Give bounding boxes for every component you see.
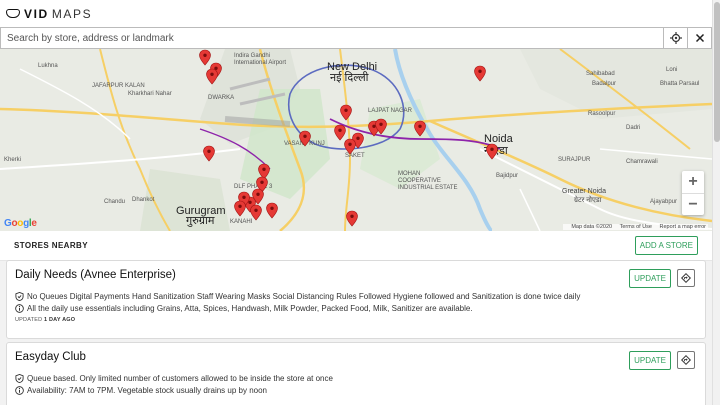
covid-maps-page: VID MAPS Search by store, address or lan…: [0, 0, 720, 405]
terms-link[interactable]: Terms of Use: [620, 224, 652, 230]
store-safety-line: No Queues Digital Payments Hand Sanitiza…: [15, 292, 697, 301]
map-data-credit: Map data ©2020: [571, 224, 613, 230]
zoom-out-button[interactable]: −: [682, 193, 704, 215]
store-info-line: All the daily use essentials including G…: [15, 304, 697, 313]
store-name: Daily Needs (Avnee Enterprise): [15, 269, 176, 281]
store-pin[interactable]: [346, 210, 358, 227]
store-pin[interactable]: [250, 204, 262, 221]
store-name: Easyday Club: [15, 351, 86, 363]
directions-icon: [681, 355, 691, 365]
report-error-link[interactable]: Report a map error: [660, 224, 706, 230]
store-card[interactable]: Easyday Club Queue based. Only limited n…: [6, 342, 706, 405]
logo-text-maps: MAPS: [51, 6, 93, 21]
store-info-line: Availability: 7AM to 7PM. Vegetable stoc…: [15, 386, 697, 395]
store-pin[interactable]: [199, 49, 211, 66]
app-header: VID MAPS: [0, 0, 712, 27]
store-pin[interactable]: [414, 120, 426, 137]
store-pin[interactable]: [206, 68, 218, 85]
info-icon: [15, 386, 24, 395]
store-pin[interactable]: [474, 65, 486, 82]
store-pin[interactable]: [234, 200, 246, 217]
zoom-control: + −: [682, 171, 704, 215]
store-info-text: All the daily use essentials including G…: [27, 304, 473, 313]
add-store-button[interactable]: ADD A STORE: [634, 236, 698, 255]
update-store-button[interactable]: UPDATE: [629, 351, 671, 370]
locate-button[interactable]: [663, 28, 687, 48]
directions-button[interactable]: [677, 351, 695, 369]
store-pin[interactable]: [258, 163, 270, 180]
search-bar: [0, 27, 712, 49]
zoom-in-button[interactable]: +: [682, 171, 704, 193]
store-card[interactable]: Daily Needs (Avnee Enterprise) No Queues…: [6, 260, 706, 339]
store-map[interactable]: New Delhi नई दिल्ली Gurugram गुरुग्राम N…: [0, 49, 712, 231]
clear-search-button[interactable]: [687, 28, 711, 48]
map-attribution: Map data ©2020 Terms of Use Report a map…: [563, 224, 708, 230]
store-info-text: Availability: 7AM to 7PM. Vegetable stoc…: [27, 386, 267, 395]
stores-nearby-header: STORES NEARBY ADD A STORE: [0, 231, 712, 261]
store-updated: UPDATED 1 DAY AGO: [15, 317, 697, 323]
info-icon: [15, 304, 24, 313]
search-input[interactable]: [1, 28, 663, 48]
stores-nearby-title: STORES NEARBY: [14, 241, 88, 250]
store-safety-text: No Queues Digital Payments Hand Sanitiza…: [27, 292, 581, 301]
store-pin[interactable]: [344, 138, 356, 155]
close-icon: [695, 33, 704, 43]
shield-icon: [15, 292, 24, 301]
update-store-button[interactable]: UPDATE: [629, 269, 671, 288]
scrollbar-thumb[interactable]: [714, 2, 720, 142]
store-pin[interactable]: [340, 104, 352, 121]
updated-ago: 1 DAY AGO: [44, 317, 76, 323]
store-card-actions: UPDATE: [629, 269, 695, 288]
mask-icon: [6, 9, 20, 18]
logo-text-vid: VID: [24, 6, 49, 21]
updated-label: UPDATED: [15, 317, 43, 323]
shield-icon: [15, 374, 24, 383]
crosshair-icon: [669, 32, 682, 44]
store-pin[interactable]: [203, 145, 215, 162]
directions-button[interactable]: [677, 269, 695, 287]
directions-icon: [681, 273, 691, 283]
store-pin[interactable]: [334, 124, 346, 141]
app-logo[interactable]: VID MAPS: [6, 7, 92, 21]
page-scrollbar[interactable]: [712, 0, 720, 405]
store-pin[interactable]: [486, 143, 498, 160]
store-pin[interactable]: [266, 202, 278, 219]
store-pin[interactable]: [299, 130, 311, 147]
store-pins-layer: [199, 49, 498, 227]
google-logo: Google: [4, 218, 37, 229]
store-card-actions: UPDATE: [629, 351, 695, 370]
store-safety-text: Queue based. Only limited number of cust…: [27, 374, 333, 383]
store-safety-line: Queue based. Only limited number of cust…: [15, 374, 697, 383]
